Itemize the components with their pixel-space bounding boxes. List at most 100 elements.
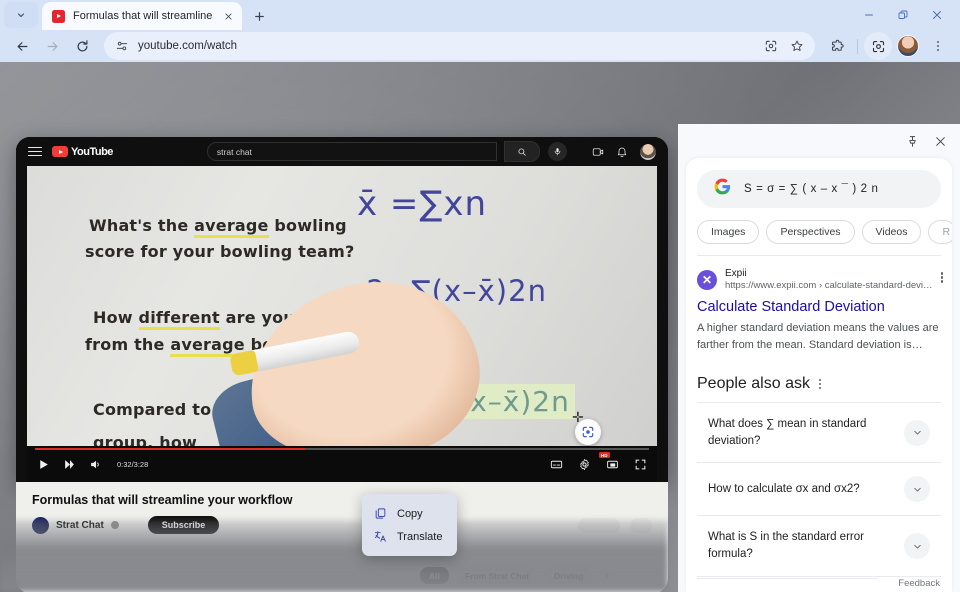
close-panel-button[interactable] — [928, 129, 952, 153]
window-controls — [852, 0, 960, 30]
context-menu-item-copy[interactable]: Copy — [362, 502, 457, 525]
chip-images[interactable]: Images — [697, 220, 760, 244]
kebab-menu-icon — [940, 272, 943, 283]
people-also-ask-title: People also ask — [697, 375, 810, 393]
chip-perspectives[interactable]: Perspectives — [766, 220, 855, 244]
restore-icon — [898, 10, 908, 19]
browser-tab[interactable]: Formulas that will streamline — [42, 2, 243, 30]
paa-question-2[interactable]: How to calculate σx and σx2? — [697, 462, 941, 515]
search-query-text: S = σ = ∑ ( x – x ¯ ) 2 n — [744, 183, 879, 195]
lens-search-icon[interactable] — [759, 34, 783, 58]
chrome-menu-button[interactable] — [924, 32, 952, 60]
youtube-play-icon — [52, 145, 68, 158]
search-icon — [518, 147, 526, 156]
chip-more[interactable]: R — [928, 220, 952, 244]
result-url: https://www.expii.com › calculate-standa… — [725, 280, 933, 291]
youtube-search-button[interactable] — [503, 141, 540, 162]
video-timestamp: 0:32/3:28 — [117, 460, 149, 469]
context-menu: Copy Translate — [362, 494, 457, 556]
youtube-search-input[interactable]: strat chat — [206, 142, 497, 161]
fullscreen-icon[interactable] — [634, 458, 647, 471]
search-filter-chips: Images Perspectives Videos R — [686, 208, 952, 255]
plus-icon — [254, 11, 264, 21]
bookmark-star-icon[interactable] — [785, 34, 809, 58]
expand-button[interactable] — [904, 533, 930, 560]
result-site-name: Expii — [725, 268, 747, 279]
video-controls-right: HD — [550, 452, 647, 471]
forward-button[interactable] — [38, 32, 66, 60]
address-bar[interactable]: youtube.com/watch — [104, 32, 815, 60]
youtube-account-avatar[interactable] — [640, 143, 656, 160]
translate-icon — [374, 531, 386, 542]
youtube-wordmark: YouTube — [71, 145, 113, 158]
chevron-down-icon — [17, 13, 25, 18]
close-window-button[interactable] — [920, 0, 954, 30]
translate-label: Translate — [397, 530, 443, 543]
chevron-down-icon — [913, 431, 921, 435]
tab-close-button[interactable] — [220, 8, 236, 24]
miniplayer-icon[interactable] — [606, 458, 619, 471]
hd-quality-badge: HD — [599, 452, 610, 458]
new-tab-button[interactable] — [246, 3, 272, 29]
google-lens-icon — [872, 40, 884, 52]
lens-region-search-button[interactable] — [575, 419, 601, 445]
profile-avatar — [897, 35, 919, 57]
subtitles-icon[interactable] — [550, 458, 563, 471]
formula-mean: x̄ =∑xn — [357, 184, 487, 224]
video-frame[interactable]: What's the average bowling score for you… — [27, 166, 657, 457]
expii-favicon-icon: ✕ — [697, 269, 717, 290]
notifications-bell-icon[interactable] — [616, 146, 628, 158]
video-title: Formulas that will streamline your workf… — [32, 493, 293, 507]
side-panel-card: S = σ = ∑ ( x – x ¯ ) 2 n Images Perspec… — [686, 158, 952, 592]
video-controls-row: 0:32/3:28 HD — [37, 452, 647, 471]
youtube-header-actions — [592, 143, 656, 160]
google-search-box[interactable]: S = σ = ∑ ( x – x ¯ ) 2 n — [697, 170, 941, 208]
create-video-icon[interactable] — [592, 146, 604, 158]
google-side-panel: S = σ = ∑ ( x – x ¯ ) 2 n Images Perspec… — [678, 124, 960, 592]
google-lens-button[interactable] — [864, 32, 892, 60]
copy-icon — [375, 508, 386, 519]
video-progress-bar[interactable] — [35, 448, 649, 450]
expand-button[interactable] — [904, 419, 930, 446]
extensions-button[interactable] — [823, 32, 851, 60]
back-button[interactable] — [8, 32, 36, 60]
copy-label: Copy — [397, 507, 423, 520]
chevron-down-icon — [913, 544, 921, 549]
paa-options-icon[interactable] — [818, 378, 822, 390]
result-title-link[interactable]: Calculate Standard Deviation — [697, 298, 941, 316]
url-text: youtube.com/watch — [138, 40, 238, 52]
minimize-button[interactable] — [852, 0, 886, 30]
video-progress-fill — [35, 448, 306, 450]
expand-button[interactable] — [904, 476, 930, 503]
settings-gear-icon[interactable] — [578, 458, 591, 471]
result-header: ✕ Expii https://www.expii.com › calculat… — [697, 268, 941, 291]
profile-button[interactable] — [894, 32, 922, 60]
youtube-logo[interactable]: YouTube — [52, 146, 113, 158]
page-content: YouTube strat chat What's the average bo… — [0, 62, 960, 592]
pin-panel-button[interactable] — [900, 129, 924, 153]
minimize-icon — [865, 14, 873, 16]
forward-icon — [47, 41, 57, 51]
youtube-menu-icon[interactable] — [28, 146, 42, 157]
paa-question-1[interactable]: What does ∑ mean in standard deviation? — [697, 402, 941, 462]
close-icon — [225, 12, 232, 20]
result-options-button[interactable] — [940, 272, 943, 283]
next-video-icon[interactable] — [63, 458, 76, 471]
volume-icon[interactable] — [89, 458, 102, 471]
site-settings-icon[interactable] — [115, 39, 129, 53]
youtube-voice-search-button[interactable] — [547, 142, 567, 161]
chip-videos[interactable]: Videos — [861, 220, 922, 244]
pin-icon — [908, 135, 916, 147]
back-icon — [17, 41, 27, 51]
context-menu-item-translate[interactable]: Translate — [362, 525, 457, 548]
paa-question-3[interactable]: What is S in the standard error formula? — [697, 515, 941, 575]
maximize-button[interactable] — [886, 0, 920, 30]
feedback-link[interactable]: Feedback — [898, 578, 940, 589]
reload-button[interactable] — [68, 32, 96, 60]
search-result-item[interactable]: ✕ Expii https://www.expii.com › calculat… — [686, 256, 952, 353]
tab-search-button[interactable] — [4, 2, 38, 28]
result-snippet: A higher standard deviation means the va… — [697, 322, 939, 351]
google-lens-icon — [582, 426, 594, 438]
play-icon[interactable] — [37, 458, 50, 471]
video-controls-bar: 0:32/3:28 HD — [27, 446, 657, 482]
